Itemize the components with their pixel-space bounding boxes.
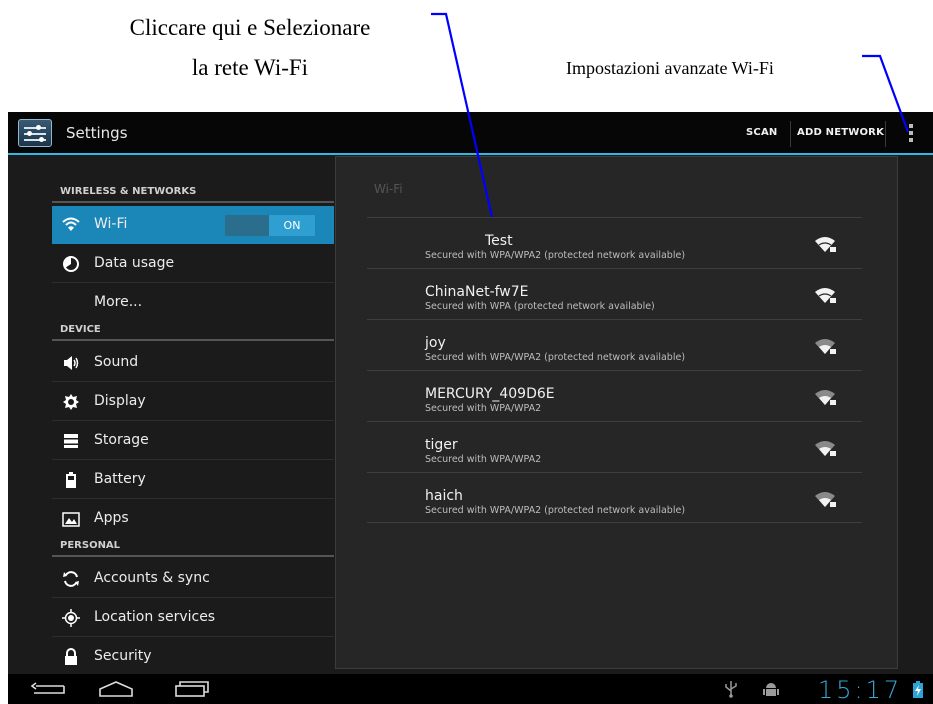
sync-icon — [63, 571, 79, 587]
sidebar-item-label: Security — [94, 648, 152, 664]
network-item-joy[interactable]: joy Secured with WPA/WPA2 (protected net… — [367, 319, 862, 370]
status-clock: 15:17 — [818, 676, 903, 704]
network-security: Secured with WPA/WPA2 (protected network… — [425, 250, 686, 261]
annotation-line-2: la rete Wi-Fi — [191, 55, 309, 80]
sidebar-item-label: Data usage — [94, 255, 175, 271]
network-item-test[interactable]: Test Secured with WPA/WPA2 (protected ne… — [367, 217, 862, 268]
settings-list: WIRELESS & NETWORKS Wi-Fi ON Data usage … — [52, 155, 334, 674]
scan-button[interactable]: SCAN — [746, 127, 777, 138]
panel-title: Wi-Fi — [374, 182, 403, 196]
wifi-signal-lock-icon — [815, 390, 836, 405]
sidebar-item-accounts-sync[interactable]: Accounts & sync — [52, 560, 334, 598]
add-network-button[interactable]: ADD NETWORK — [797, 127, 884, 138]
wifi-icon — [62, 217, 80, 231]
network-security: Secured with WPA/WPA2 (protected network… — [425, 505, 686, 516]
sidebar-item-label: Location services — [94, 609, 216, 625]
section-header-wireless: WIRELESS & NETWORKS — [52, 181, 334, 203]
sidebar-item-label: Battery — [94, 471, 146, 487]
network-item-haich[interactable]: haich Secured with WPA/WPA2 (protected n… — [367, 472, 862, 523]
wifi-toggle-on: ON — [269, 215, 315, 236]
wifi-signal-lock-icon — [815, 237, 836, 252]
network-item-tiger[interactable]: tiger Secured with WPA/WPA2 — [367, 421, 862, 472]
settings-app-icon[interactable] — [18, 119, 52, 147]
annotation-advanced-settings: Impostazioni avanzate Wi-Fi — [566, 58, 774, 78]
wifi-toggle[interactable]: ON — [225, 215, 315, 236]
action-bar: Settings SCAN ADD NETWORK — [8, 112, 933, 155]
network-ssid: Test — [485, 233, 513, 249]
display-icon — [63, 394, 79, 410]
sidebar-item-data-usage[interactable]: Data usage — [52, 245, 334, 283]
android-screen: Settings SCAN ADD NETWORK WIRELESS & NET… — [8, 112, 933, 704]
battery-icon — [66, 472, 76, 488]
action-divider — [790, 121, 791, 147]
sidebar-item-label: Sound — [94, 354, 139, 370]
sidebar-item-label: More... — [94, 294, 143, 310]
network-item-chinanet[interactable]: ChinaNet-fw7E Secured with WPA (protecte… — [367, 268, 862, 319]
system-nav-bar: 15:17 — [8, 674, 933, 704]
sidebar-item-label: Apps — [94, 510, 129, 526]
action-divider — [885, 121, 886, 147]
speaker-icon — [64, 356, 79, 370]
network-security: Secured with WPA (protected network avai… — [425, 301, 655, 312]
section-header-device: DEVICE — [52, 319, 334, 341]
sidebar-item-location-services[interactable]: Location services — [52, 599, 334, 637]
wifi-signal-lock-icon — [815, 288, 836, 303]
network-ssid: ChinaNet-fw7E — [425, 284, 529, 300]
network-security: Secured with WPA/WPA2 — [425, 403, 542, 414]
data-usage-icon — [63, 256, 79, 272]
sidebar-item-display[interactable]: Display — [52, 383, 334, 421]
network-security: Secured with WPA/WPA2 (protected network… — [425, 352, 686, 363]
annotation-select-network: Cliccare qui e Selezionare la rete Wi-Fi — [60, 8, 440, 88]
lock-icon — [65, 648, 77, 665]
usb-icon — [725, 681, 737, 698]
storage-icon — [64, 434, 78, 448]
sidebar-item-storage[interactable]: Storage — [52, 422, 334, 460]
network-ssid: tiger — [425, 437, 458, 453]
network-ssid: MERCURY_409D6E — [425, 386, 555, 402]
overflow-menu-icon[interactable] — [908, 124, 914, 144]
sidebar-item-wifi[interactable]: Wi-Fi ON — [52, 206, 334, 244]
sidebar-item-label: Display — [94, 393, 146, 409]
sidebar-item-more[interactable]: More... — [52, 284, 334, 322]
wifi-signal-lock-icon — [815, 441, 836, 456]
network-item-mercury[interactable]: MERCURY_409D6E Secured with WPA/WPA2 — [367, 370, 862, 421]
sidebar-item-label: Wi-Fi — [94, 216, 128, 232]
wifi-network-panel: Wi-Fi Test Secured with WPA/WPA2 (protec… — [335, 156, 898, 669]
back-icon[interactable] — [30, 680, 66, 698]
home-icon[interactable] — [98, 680, 134, 698]
battery-charging-icon — [913, 681, 923, 698]
sidebar-item-sound[interactable]: Sound — [52, 344, 334, 382]
apps-icon — [62, 512, 80, 527]
sidebar-item-security[interactable]: Security — [52, 638, 334, 676]
sidebar-item-battery[interactable]: Battery — [52, 461, 334, 499]
network-ssid: haich — [425, 488, 463, 504]
sidebar-item-label: Accounts & sync — [94, 570, 210, 586]
network-security: Secured with WPA/WPA2 — [425, 454, 542, 465]
location-icon — [62, 609, 80, 627]
action-bar-title: Settings — [66, 124, 128, 142]
network-ssid: joy — [425, 335, 446, 351]
android-debug-icon — [763, 683, 779, 696]
sidebar-item-label: Storage — [94, 432, 149, 448]
sidebar-item-apps[interactable]: Apps — [52, 500, 334, 538]
recent-apps-icon[interactable] — [174, 680, 210, 698]
wifi-signal-lock-icon — [815, 492, 836, 507]
section-header-personal: PERSONAL — [52, 535, 334, 557]
annotation-line-1: Cliccare qui e Selezionare — [129, 15, 371, 40]
wifi-signal-lock-icon — [815, 339, 836, 354]
